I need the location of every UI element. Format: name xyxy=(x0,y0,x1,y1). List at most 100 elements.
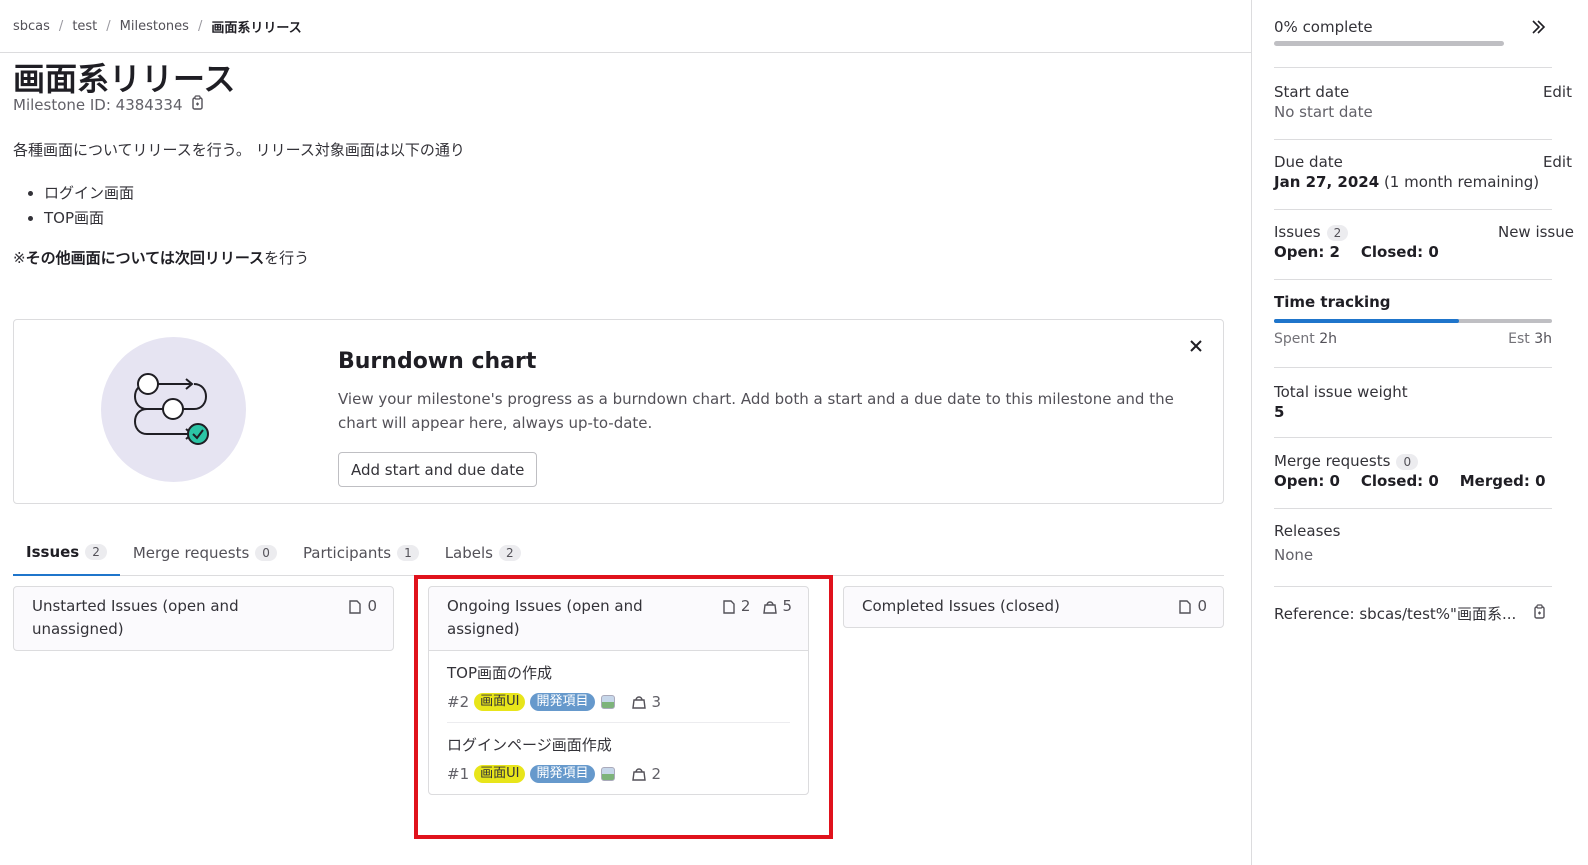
column-stats: 2 5 xyxy=(709,595,792,618)
column-title: Ongoing Issues (open and assigned) xyxy=(447,597,643,638)
progress-text: 0% complete xyxy=(1274,18,1373,36)
collapse-sidebar-icon[interactable] xyxy=(1529,18,1547,36)
header-divider xyxy=(0,52,1251,53)
sidebar-start-date: Start date No start date Edit xyxy=(1274,83,1572,140)
milestone-description: 各種画面についてリリースを行う。 リリース対象画面は以下の通り xyxy=(13,141,465,159)
breadcrumb: sbcas / test / Milestones / 画面系リリース xyxy=(13,17,302,36)
note-prefix: ※ xyxy=(13,249,26,267)
mr-closed: Closed: 0 xyxy=(1360,472,1439,490)
issue-count-value: 2 xyxy=(740,597,751,615)
issue-weight: 2 xyxy=(631,765,662,783)
sidebar-time-tracking: Time tracking Spent 2h Est 3h xyxy=(1274,293,1552,368)
breadcrumb-separator: / xyxy=(106,19,111,34)
note-bold: その他画面については次回リリース xyxy=(25,249,265,267)
due-date-remaining: (1 month remaining) xyxy=(1383,173,1540,191)
tab-count: 2 xyxy=(85,544,107,560)
weight-label: Total issue weight xyxy=(1274,383,1408,401)
label-badge[interactable]: 開発項目 xyxy=(530,765,595,783)
due-date-label: Due date xyxy=(1274,153,1343,171)
time-estimate-value: 3h xyxy=(1534,331,1552,347)
column-header: Unstarted Issues (open and unassigned) 0 xyxy=(14,587,393,650)
burndown-text: View your milestone's progress as a burn… xyxy=(338,390,1174,432)
label-badge[interactable]: 画面UI xyxy=(474,765,526,783)
issue-title[interactable]: TOP画面の作成 xyxy=(447,662,790,683)
assignee-avatar[interactable] xyxy=(600,767,615,781)
issue-weight-value: 2 xyxy=(651,765,662,783)
label-badge[interactable]: 開発項目 xyxy=(530,693,595,711)
tab-label: Participants xyxy=(302,544,392,562)
sidebar-merge-requests: Merge requests 0 Open: 0 Closed: 0 Merged… xyxy=(1274,452,1552,509)
issues-icon xyxy=(1179,599,1192,614)
weight-icon xyxy=(631,768,646,781)
column-body: TOP画面の作成 #2 画面UI 開発項目 3 ログインページ画面作成 #1 画… xyxy=(429,650,808,794)
description-note: ※その他画面については次回リリースを行う xyxy=(13,247,309,268)
issues-icon xyxy=(349,599,362,614)
breadcrumb-item-group[interactable]: sbcas xyxy=(13,19,50,34)
issues-count: 2 xyxy=(1326,225,1349,241)
completed-issues-column: Completed Issues (closed) 0 xyxy=(843,586,1224,628)
breadcrumb-item-current[interactable]: 画面系リリース xyxy=(211,17,301,36)
issue-ref: #1 xyxy=(447,765,470,783)
mr-stats: Open: 0 Closed: 0 Merged: 0 xyxy=(1274,472,1552,490)
weight-icon xyxy=(763,600,778,614)
issue-meta: #1 画面UI 開発項目 2 xyxy=(447,765,790,783)
issues-label: Issues xyxy=(1274,223,1321,241)
tab-merge-requests[interactable]: Merge requests 0 xyxy=(120,530,290,576)
time-estimate: Est 3h xyxy=(1508,331,1552,347)
issue-title[interactable]: ログインページ画面作成 xyxy=(447,734,790,755)
description-list-item: TOP画面 xyxy=(44,206,134,231)
tab-label: Issues xyxy=(26,543,80,561)
breadcrumb-item-milestones[interactable]: Milestones xyxy=(120,19,189,34)
sidebar-due-date: Due date Jan 27, 2024 (1 month remaining… xyxy=(1274,153,1572,210)
issues-open: Open: 2 xyxy=(1274,243,1340,261)
progress-bar xyxy=(1274,41,1504,46)
label-badge[interactable]: 画面UI xyxy=(474,693,526,711)
column-stats: 0 xyxy=(1165,595,1207,618)
milestone-tabs: Issues 2 Merge requests 0 Participants 1 La… xyxy=(13,530,1224,576)
add-dates-button[interactable]: Add start and due date xyxy=(338,452,538,487)
issue-count: 0 xyxy=(347,595,377,618)
issues-icon xyxy=(723,599,735,614)
column-header: Completed Issues (closed) 0 xyxy=(844,587,1223,627)
sidebar-issues: Issues 2 Open: 2 Closed: 0 New issue xyxy=(1274,223,1574,280)
unstarted-issues-column: Unstarted Issues (open and unassigned) 0 xyxy=(13,586,394,651)
mr-label-line: Merge requests 0 xyxy=(1274,452,1552,470)
issue-item[interactable]: TOP画面の作成 #2 画面UI 開発項目 3 xyxy=(447,651,790,723)
column-header: Ongoing Issues (open and assigned) 2 5 xyxy=(429,587,808,650)
tab-count: 2 xyxy=(498,545,521,561)
assignee-avatar[interactable] xyxy=(600,695,615,709)
tab-count: 1 xyxy=(397,545,419,561)
issue-ref: #2 xyxy=(447,693,470,711)
breadcrumb-item-project[interactable]: test xyxy=(72,19,97,34)
copy-icon[interactable] xyxy=(1532,603,1546,624)
sidebar-reference: Reference: sbcas/test%"画面系... xyxy=(1274,603,1552,624)
time-spent-label: Spent xyxy=(1274,331,1315,347)
burndown-title: Burndown chart xyxy=(338,349,537,374)
issue-count-value: 0 xyxy=(367,597,377,615)
edit-due-date-button[interactable]: Edit xyxy=(1543,153,1572,171)
releases-value: None xyxy=(1274,546,1314,564)
page-title: 画面系リリース xyxy=(13,60,236,98)
issue-count: 2 xyxy=(721,595,751,618)
description-list: ログイン画面 TOP画面 xyxy=(44,181,134,231)
weight-count-value: 5 xyxy=(782,597,792,615)
breadcrumb-separator: / xyxy=(58,19,64,34)
new-issue-button[interactable]: New issue xyxy=(1498,223,1574,241)
milestone-id: Milestone ID: 4384334 xyxy=(13,95,204,115)
time-tracking-bar xyxy=(1274,319,1552,323)
tab-issues[interactable]: Issues 2 xyxy=(13,530,120,576)
start-date-label: Start date xyxy=(1274,83,1350,101)
column-title: Completed Issues (closed) xyxy=(862,597,1060,615)
workflow-icon xyxy=(134,373,209,445)
issue-count-value: 0 xyxy=(1197,597,1207,615)
time-tracking-values: Spent 2h Est 3h xyxy=(1274,331,1552,347)
tab-participants[interactable]: Participants 1 xyxy=(290,530,432,576)
issue-item[interactable]: ログインページ画面作成 #1 画面UI 開発項目 2 xyxy=(447,723,790,794)
mr-merged: Merged: 0 xyxy=(1459,472,1546,490)
mr-count: 0 xyxy=(1396,454,1419,470)
sidebar-weight: Total issue weight 5 xyxy=(1274,383,1552,438)
edit-start-date-button[interactable]: Edit xyxy=(1543,83,1572,101)
tab-labels[interactable]: Labels 2 xyxy=(432,530,534,576)
copy-icon[interactable] xyxy=(190,95,204,115)
close-icon[interactable] xyxy=(1186,336,1206,356)
